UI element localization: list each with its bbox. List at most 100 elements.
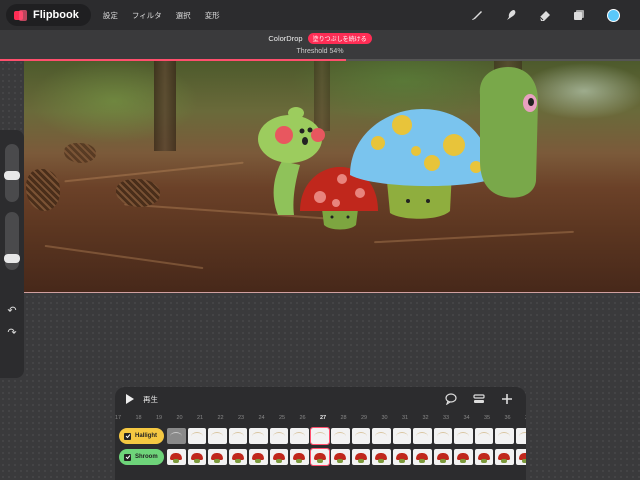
layer-toggle-icon[interactable] bbox=[472, 392, 486, 406]
frame-number[interactable]: 34 bbox=[457, 415, 477, 421]
checkbox-icon[interactable] bbox=[124, 453, 131, 461]
frame-number[interactable]: 35 bbox=[477, 415, 497, 421]
frame-thumbnail[interactable] bbox=[228, 449, 247, 465]
frame-thumbnail[interactable] bbox=[372, 449, 391, 465]
frame-number[interactable]: 21 bbox=[190, 415, 210, 421]
frame-thumbnail[interactable] bbox=[269, 449, 288, 465]
frame-thumbnail[interactable] bbox=[474, 428, 493, 444]
frame-number[interactable]: 36 bbox=[498, 415, 518, 421]
ground-streak bbox=[64, 161, 244, 183]
frame-strip bbox=[167, 448, 526, 466]
frame-number[interactable]: 19 bbox=[149, 415, 169, 421]
frame-thumbnail[interactable] bbox=[433, 428, 452, 444]
frame-number[interactable]: 23 bbox=[231, 415, 251, 421]
comment-icon[interactable] bbox=[444, 392, 458, 406]
frame-number[interactable]: 22 bbox=[211, 415, 231, 421]
frame-thumbnail[interactable] bbox=[433, 449, 452, 465]
frame-number[interactable]: 30 bbox=[375, 415, 395, 421]
color-picker-button[interactable] bbox=[604, 6, 622, 24]
menu-select[interactable]: 選択 bbox=[176, 10, 191, 21]
frame-thumbnail[interactable] bbox=[454, 428, 473, 444]
frame-number[interactable]: 20 bbox=[170, 415, 190, 421]
frame-thumbnail[interactable] bbox=[454, 449, 473, 465]
frame-number[interactable]: 28 bbox=[334, 415, 354, 421]
frame-thumbnail[interactable] bbox=[290, 449, 309, 465]
frame-number[interactable]: 29 bbox=[354, 415, 374, 421]
top-toolbar: Flipbook 設定 フィルタ 選択 変形 bbox=[0, 0, 640, 30]
left-sidebar: ↶ ↷ bbox=[0, 130, 24, 378]
frame-thumbnail[interactable] bbox=[372, 428, 391, 444]
frame-thumbnail[interactable] bbox=[249, 449, 268, 465]
continue-fill-button[interactable]: 塗りつぶしを続ける bbox=[307, 33, 372, 44]
frame-thumbnail[interactable] bbox=[392, 449, 411, 465]
checkbox-icon[interactable] bbox=[124, 432, 131, 440]
frame-thumbnail[interactable] bbox=[474, 449, 493, 465]
frame-thumbnail[interactable] bbox=[331, 449, 350, 465]
flipbook-logo-icon bbox=[14, 9, 27, 21]
brush-size-thumb[interactable] bbox=[4, 170, 20, 180]
add-icon[interactable] bbox=[500, 392, 514, 406]
layers-icon[interactable] bbox=[570, 6, 588, 24]
play-label[interactable]: 再生 bbox=[143, 394, 158, 405]
frame-number[interactable]: 33 bbox=[436, 415, 456, 421]
brush-opacity-slider[interactable] bbox=[4, 212, 20, 270]
smudge-icon[interactable] bbox=[502, 6, 520, 24]
frame-thumbnail[interactable] bbox=[331, 428, 350, 444]
frame-number[interactable]: 26 bbox=[293, 415, 313, 421]
frame-thumbnail[interactable] bbox=[413, 428, 432, 444]
pinecone bbox=[116, 179, 160, 207]
frame-thumbnail[interactable] bbox=[167, 449, 186, 465]
frame-thumbnail[interactable] bbox=[495, 428, 514, 444]
frame-thumbnail[interactable] bbox=[495, 449, 514, 465]
frame-number[interactable]: 24 bbox=[252, 415, 272, 421]
frame-ruler[interactable]: 17 18 19 20 21 22 23 24 25 26 27 28 29 30 31 32 33 34 35 36… bbox=[115, 413, 526, 425]
brush-opacity-thumb[interactable] bbox=[4, 253, 20, 263]
menu-transform[interactable]: 変形 bbox=[205, 10, 220, 21]
frame-thumbnail[interactable] bbox=[187, 449, 206, 465]
frame-thumbnail[interactable] bbox=[228, 428, 247, 444]
frame-number[interactable]: 37 bbox=[518, 415, 526, 421]
frame-thumbnail[interactable] bbox=[187, 428, 206, 444]
redo-icon[interactable]: ↷ bbox=[5, 326, 19, 340]
frame-number[interactable]: 27 bbox=[313, 415, 333, 421]
frame-thumbnail[interactable] bbox=[351, 428, 370, 444]
menu-filter[interactable]: フィルタ bbox=[132, 10, 162, 21]
colordrop-title: ColorDrop bbox=[268, 34, 303, 43]
brush-icon[interactable] bbox=[468, 6, 486, 24]
frame-thumbnail[interactable] bbox=[208, 428, 227, 444]
brush-size-slider[interactable] bbox=[4, 144, 20, 202]
layer-pill-shroom[interactable]: Shroom bbox=[119, 449, 164, 465]
play-icon[interactable] bbox=[125, 394, 135, 404]
layer-name: Shroom bbox=[135, 454, 158, 460]
undo-icon[interactable]: ↶ bbox=[5, 304, 19, 318]
current-color-swatch bbox=[606, 8, 620, 22]
frame-thumbnail[interactable] bbox=[269, 428, 288, 444]
colordrop-bar: ColorDrop 塗りつぶしを続ける Threshold 54% bbox=[0, 30, 640, 60]
frame-number[interactable]: 31 bbox=[395, 415, 415, 421]
ground-streak bbox=[44, 244, 204, 270]
frame-number[interactable]: 18 bbox=[129, 415, 149, 421]
frame-thumbnail[interactable] bbox=[515, 449, 526, 465]
frame-thumbnail[interactable] bbox=[167, 428, 186, 444]
frame-thumbnail[interactable] bbox=[309, 448, 330, 466]
frame-number[interactable]: 25 bbox=[272, 415, 292, 421]
frame-thumbnail[interactable] bbox=[413, 449, 432, 465]
frame-thumbnail[interactable] bbox=[249, 428, 268, 444]
frame-thumbnail[interactable] bbox=[515, 428, 526, 444]
frame-number[interactable]: 32 bbox=[416, 415, 436, 421]
pinecone bbox=[26, 169, 60, 211]
layer-name: Hallight bbox=[135, 433, 157, 439]
app-brand-button[interactable]: Flipbook bbox=[6, 4, 91, 26]
frame-thumbnail[interactable] bbox=[351, 449, 370, 465]
frame-number[interactable]: 17 bbox=[115, 415, 128, 421]
eraser-icon[interactable] bbox=[536, 6, 554, 24]
frame-thumbnail[interactable] bbox=[309, 427, 330, 445]
menu-settings[interactable]: 設定 bbox=[103, 10, 118, 21]
tall-caterpillar-sticker[interactable] bbox=[474, 65, 544, 201]
frame-thumbnail[interactable] bbox=[208, 449, 227, 465]
frame-thumbnail[interactable] bbox=[392, 428, 411, 444]
drawing-canvas[interactable] bbox=[24, 61, 640, 293]
layer-pill-hallight[interactable]: Hallight bbox=[119, 428, 164, 444]
frame-thumbnail[interactable] bbox=[290, 428, 309, 444]
pinecone bbox=[64, 143, 96, 163]
